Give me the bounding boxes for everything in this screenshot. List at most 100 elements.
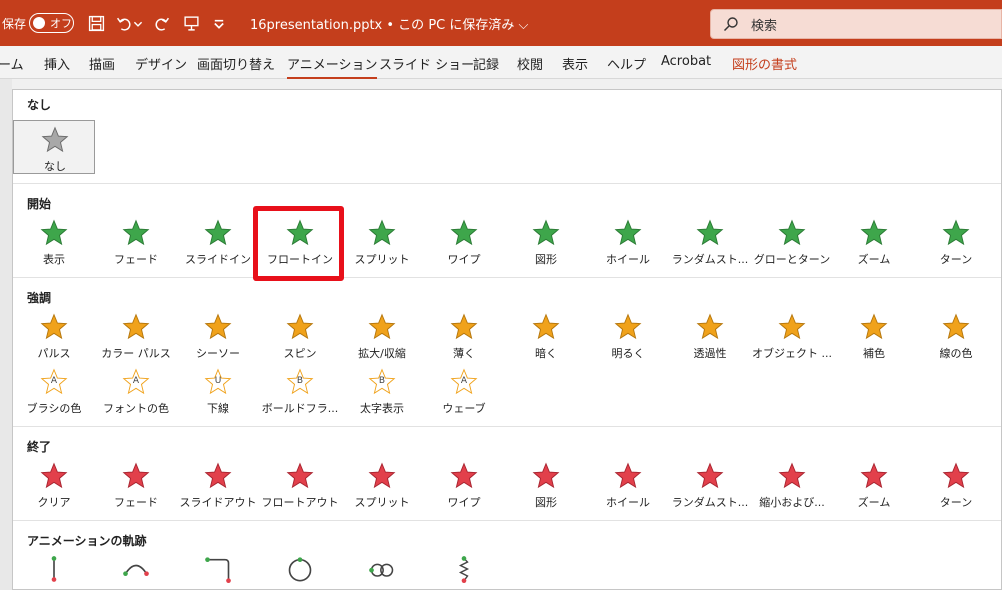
star-icon — [531, 461, 561, 491]
emphasis-effect-item[interactable]: パルス — [13, 312, 95, 364]
tab-home[interactable]: ーム — [0, 54, 24, 73]
save-icon[interactable] — [86, 13, 106, 33]
exit-effect-item[interactable]: クリア — [13, 461, 95, 513]
undo-dropdown-icon[interactable] — [132, 13, 144, 33]
tab-view[interactable]: 表示 — [562, 54, 588, 73]
emphasis-effect-item[interactable]: スピン — [259, 312, 341, 364]
search-box[interactable]: 検索 — [710, 9, 1002, 39]
entrance-effect-item[interactable]: スプリット — [341, 218, 423, 270]
tab-animations[interactable]: アニメーション — [287, 54, 378, 79]
presenter-icon[interactable] — [181, 13, 201, 33]
emphasis-effect-item[interactable]: B ボールドフラ... — [259, 367, 341, 419]
tab-help[interactable]: ヘルプ — [607, 54, 646, 73]
animation-none[interactable]: なし — [13, 120, 95, 174]
exit-effect-label: ズーム — [857, 496, 891, 509]
entrance-effect-item[interactable]: ホイール — [587, 218, 669, 270]
entrance-effect-label: 図形 — [535, 253, 557, 266]
entrance-effect-item[interactable]: スライドイン — [177, 218, 259, 270]
star-icon — [121, 461, 151, 491]
animation-none-label: なし — [44, 160, 66, 173]
tab-acrobat[interactable]: Acrobat — [661, 54, 711, 69]
letter-glyph: B — [378, 376, 386, 386]
star-icon — [777, 461, 807, 491]
exit-effect-item[interactable]: ワイプ — [423, 461, 505, 513]
exit-effect-item[interactable]: ズーム — [833, 461, 915, 513]
entrance-effect-item[interactable]: グローとターン — [751, 218, 833, 270]
tab-insert[interactable]: 挿入 — [44, 54, 70, 73]
entrance-effect-item[interactable]: 表示 — [13, 218, 95, 270]
search-placeholder: 検索 — [751, 18, 778, 34]
tab-draw[interactable]: 描画 — [89, 54, 115, 73]
emphasis-effect-item[interactable]: B 太字表示 — [341, 367, 423, 419]
star-icon — [859, 312, 889, 342]
star-icon — [285, 461, 315, 491]
emphasis-effect-item[interactable]: U 下線 — [177, 367, 259, 419]
emphasis-effect-item[interactable]: カラー パルス — [95, 312, 177, 364]
exit-effect-item[interactable]: ランダムスト... — [669, 461, 751, 513]
emphasis-effect-item[interactable]: オブジェクト ... — [751, 312, 833, 364]
tab-record[interactable]: 記録 — [473, 54, 499, 73]
file-title[interactable]: 16presentation.pptx • この PC に保存済み ⌵ — [250, 0, 528, 46]
emphasis-effect-item[interactable]: 薄く — [423, 312, 505, 364]
tab-slideshow[interactable]: スライド ショー — [379, 54, 474, 73]
emphasis-effect-item[interactable]: A フォントの色 — [95, 367, 177, 419]
entrance-effect-item[interactable]: ワイプ — [423, 218, 505, 270]
entrance-effect-label: ズーム — [857, 253, 891, 266]
exit-effect-item[interactable]: 縮小および... — [751, 461, 833, 513]
exit-effect-item[interactable]: スライドアウト — [177, 461, 259, 513]
star-icon — [695, 461, 725, 491]
star-icon — [285, 312, 315, 342]
customize-qat-icon[interactable] — [212, 13, 226, 33]
exit-effect-label: フロートアウト — [261, 496, 339, 509]
star-icon — [367, 461, 397, 491]
star-icon: A — [121, 367, 151, 397]
tab-review[interactable]: 校閲 — [517, 54, 543, 73]
emphasis-effect-item[interactable]: 補色 — [833, 312, 915, 364]
tab-transitions[interactable]: 画面切り替え — [197, 54, 275, 73]
star-icon — [39, 218, 69, 248]
path-arcs[interactable] — [95, 554, 177, 589]
emphasis-effect-item[interactable]: 明るく — [587, 312, 669, 364]
exit-effect-item[interactable]: フェード — [95, 461, 177, 513]
exit-effect-item[interactable]: ターン — [915, 461, 997, 513]
entrance-effect-item[interactable]: フェード — [95, 218, 177, 270]
path-shapes[interactable] — [259, 554, 341, 589]
path-loops[interactable] — [341, 554, 423, 589]
letter-glyph: A — [50, 376, 58, 386]
exit-effect-item[interactable]: フロートアウト — [259, 461, 341, 513]
emphasis-effect-item[interactable]: A ブラシの色 — [13, 367, 95, 419]
emphasis-effect-label: ウェーブ — [442, 402, 486, 415]
autosave-toggle[interactable]: オフ — [29, 13, 74, 33]
path-turns[interactable] — [177, 554, 259, 589]
emphasis-effect-item[interactable]: 線の色 — [915, 312, 997, 364]
emphasis-effect-item[interactable]: 暗く — [505, 312, 587, 364]
undo-icon[interactable] — [114, 13, 134, 33]
emphasis-effect-item[interactable]: A ウェーブ — [423, 367, 505, 419]
tab-shape-format[interactable]: 図形の書式 — [732, 54, 797, 73]
tab-design[interactable]: デザイン — [135, 54, 187, 73]
emphasis-effect-item[interactable]: 拡大/収縮 — [341, 312, 423, 364]
star-icon: U — [203, 367, 233, 397]
star-icon — [367, 218, 397, 248]
star-icon — [859, 461, 889, 491]
exit-effect-label: スプリット — [354, 496, 410, 509]
exit-effect-label: 図形 — [535, 496, 557, 509]
entrance-effect-item[interactable]: ランダムスト... — [669, 218, 751, 270]
redo-icon[interactable] — [151, 13, 171, 33]
star-icon — [613, 218, 643, 248]
exit-effect-item[interactable]: 図形 — [505, 461, 587, 513]
title-bar: 保存 オフ 16presentation.pptx • この PC に保存済み … — [0, 0, 1002, 46]
exit-effect-item[interactable]: ホイール — [587, 461, 669, 513]
entrance-effect-item[interactable]: 図形 — [505, 218, 587, 270]
entrance-effect-item[interactable]: ターン — [915, 218, 997, 270]
entrance-effect-item[interactable]: ズーム — [833, 218, 915, 270]
star-icon — [449, 312, 479, 342]
path-lines[interactable] — [13, 554, 95, 589]
divider — [13, 520, 1001, 521]
path-custom[interactable] — [423, 554, 505, 589]
emphasis-effect-item[interactable]: シーソー — [177, 312, 259, 364]
emphasis-effect-item[interactable]: 透過性 — [669, 312, 751, 364]
line-path-icon — [39, 554, 69, 584]
exit-effect-item[interactable]: スプリット — [341, 461, 423, 513]
star-icon — [777, 218, 807, 248]
